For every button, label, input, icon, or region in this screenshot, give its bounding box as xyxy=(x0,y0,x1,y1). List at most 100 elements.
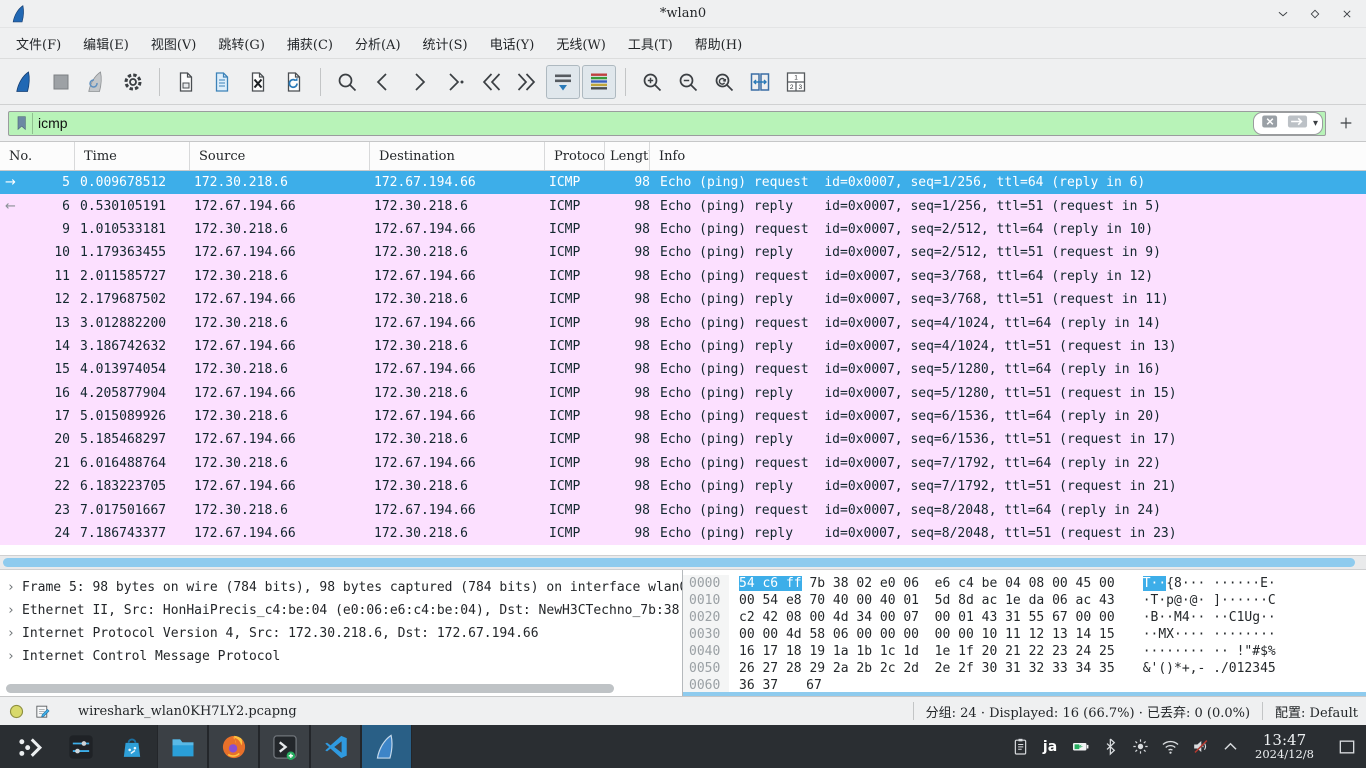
packet-list-hscrollbar[interactable] xyxy=(0,555,1366,570)
colorize-packets-icon[interactable] xyxy=(582,65,616,99)
taskbar-wireshark-icon[interactable] xyxy=(361,725,412,768)
filter-clear-icon[interactable] xyxy=(1258,113,1282,134)
menu-A[interactable]: 分析(A) xyxy=(345,30,411,57)
tray-brightness-icon[interactable] xyxy=(1127,734,1153,760)
hex-row[interactable]: 0020c2 42 08 00 4d 34 00 07 00 01 43 31 … xyxy=(683,609,1366,626)
expert-info-icon[interactable] xyxy=(8,703,25,720)
tray-volume-muted-icon[interactable] xyxy=(1187,734,1213,760)
column-header-source[interactable]: Source xyxy=(190,142,370,170)
scrollbar-thumb[interactable] xyxy=(6,684,614,693)
menu-S[interactable]: 统计(S) xyxy=(413,30,478,57)
expand-chevron-icon[interactable]: › xyxy=(0,626,22,641)
filter-input[interactable] xyxy=(33,115,1253,131)
packet-row[interactable]: 154.013974054172.30.218.6172.67.194.66IC… xyxy=(0,358,1366,381)
open-file-icon[interactable] xyxy=(169,65,203,99)
tray-clipboard-icon[interactable] xyxy=(1007,734,1033,760)
expand-chevron-icon[interactable]: › xyxy=(0,603,22,618)
column-header-time[interactable]: Time xyxy=(75,142,190,170)
packet-row[interactable]: 133.012882200172.30.218.6172.67.194.66IC… xyxy=(0,311,1366,334)
display-filter-field[interactable]: ▾ xyxy=(8,111,1326,136)
profile-selector[interactable]: 配置: Default xyxy=(1275,702,1358,721)
packet-row[interactable]: 205.185468297172.67.194.66172.30.218.6IC… xyxy=(0,428,1366,451)
zoom-out-icon[interactable] xyxy=(671,65,705,99)
detail-tree-row[interactable]: ›Internet Protocol Version 4, Src: 172.3… xyxy=(0,622,682,645)
tray-input-method-icon[interactable]: ja xyxy=(1037,734,1063,760)
go-last-packet-icon[interactable] xyxy=(510,65,544,99)
hex-row[interactable]: 000054 c6 ff 7b 38 02 e0 06 e6 c4 be 04 … xyxy=(683,575,1366,592)
column-header-protocol[interactable]: Protocol xyxy=(545,142,605,170)
clock[interactable]: 13:47 2024/12/8 xyxy=(1255,733,1314,761)
scrollbar-thumb[interactable] xyxy=(3,558,1355,567)
restart-capture-icon[interactable] xyxy=(80,65,114,99)
menu-H[interactable]: 帮助(H) xyxy=(685,30,752,57)
capture-file-name[interactable]: wireshark_wlan0KH7LY2.pcapng xyxy=(78,704,297,719)
close-file-icon[interactable] xyxy=(241,65,275,99)
hex-bytes[interactable]: 36 37 xyxy=(729,678,778,693)
detail-tree-row[interactable]: ›Frame 5: 98 bytes on wire (784 bits), 9… xyxy=(0,576,682,599)
hex-row[interactable]: 001000 54 e8 70 40 00 40 01 5d 8d ac 1e … xyxy=(683,592,1366,609)
menu-G[interactable]: 跳转(G) xyxy=(208,30,275,57)
start-capture-icon[interactable] xyxy=(8,65,42,99)
save-file-icon[interactable] xyxy=(205,65,239,99)
taskbar-vscode-icon[interactable] xyxy=(310,725,361,768)
detail-tree-row[interactable]: ›Internet Control Message Protocol xyxy=(0,645,682,668)
packet-row[interactable]: 164.205877904172.67.194.66172.30.218.6IC… xyxy=(0,382,1366,405)
packet-row[interactable]: 101.179363455172.67.194.66172.30.218.6IC… xyxy=(0,241,1366,264)
packet-row[interactable]: 226.183223705172.67.194.66172.30.218.6IC… xyxy=(0,475,1366,498)
hex-bytes[interactable]: 00 00 4d 58 06 00 00 00 00 00 10 11 12 1… xyxy=(729,627,1115,642)
taskbar-discover-store-icon[interactable] xyxy=(106,725,157,768)
stop-capture-icon[interactable] xyxy=(44,65,78,99)
tray-battery-icon[interactable] xyxy=(1067,734,1093,760)
show-desktop-button[interactable] xyxy=(1332,732,1362,762)
filter-bookmark-icon[interactable] xyxy=(11,113,33,134)
layout-columns-icon[interactable]: 123 xyxy=(779,65,813,99)
maximize-icon[interactable] xyxy=(1306,5,1324,23)
hex-row[interactable]: 004016 17 18 19 1a 1b 1c 1d 1e 1f 20 21 … xyxy=(683,643,1366,660)
hex-bytes[interactable]: 54 c6 ff 7b 38 02 e0 06 e6 c4 be 04 08 0… xyxy=(729,576,1115,591)
hex-bytes[interactable]: 16 17 18 19 1a 1b 1c 1d 1e 1f 20 21 22 2… xyxy=(729,644,1115,659)
taskbar-system-settings-icon[interactable] xyxy=(55,725,106,768)
menu-V[interactable]: 视图(V) xyxy=(141,30,207,57)
detail-tree-row[interactable]: ›Ethernet II, Src: HonHaiPrecis_c4:be:04… xyxy=(0,599,682,622)
taskbar-terminal-icon[interactable] xyxy=(259,725,310,768)
column-header-info[interactable]: Info xyxy=(650,142,1366,170)
packet-row[interactable]: 122.179687502172.67.194.66172.30.218.6IC… xyxy=(0,288,1366,311)
zoom-in-icon[interactable] xyxy=(635,65,669,99)
packet-row[interactable]: 247.186743377172.67.194.66172.30.218.6IC… xyxy=(0,522,1366,545)
packet-row[interactable]: 175.015089926172.30.218.6172.67.194.66IC… xyxy=(0,405,1366,428)
hex-row[interactable]: 005026 27 28 29 2a 2b 2c 2d 2e 2f 30 31 … xyxy=(683,660,1366,677)
hex-bytes[interactable]: 26 27 28 29 2a 2b 2c 2d 2e 2f 30 31 32 3… xyxy=(729,661,1115,676)
bytes-hscrollbar[interactable] xyxy=(683,692,1366,696)
column-header-destination[interactable]: Destination xyxy=(370,142,545,170)
minimize-icon[interactable] xyxy=(1274,5,1292,23)
hex-row[interactable]: 003000 00 4d 58 06 00 00 00 00 00 10 11 … xyxy=(683,626,1366,643)
go-back-icon[interactable] xyxy=(366,65,400,99)
packet-row[interactable]: 216.016488764172.30.218.6172.67.194.66IC… xyxy=(0,452,1366,475)
menu-F[interactable]: 文件(F) xyxy=(6,30,71,57)
menu-T[interactable]: 工具(T) xyxy=(618,30,683,57)
auto-scroll-icon[interactable] xyxy=(546,65,580,99)
menu-C[interactable]: 捕获(C) xyxy=(277,30,343,57)
taskbar-file-manager-icon[interactable] xyxy=(157,725,208,768)
filter-add-icon[interactable] xyxy=(1334,111,1358,135)
packet-row[interactable]: 112.011585727172.30.218.6172.67.194.66IC… xyxy=(0,265,1366,288)
column-header-length[interactable]: Length xyxy=(605,142,650,170)
go-first-packet-icon[interactable] xyxy=(474,65,508,99)
packet-row[interactable]: 237.017501667172.30.218.6172.67.194.66IC… xyxy=(0,498,1366,521)
column-header-no[interactable]: No. xyxy=(0,142,75,170)
detail-hscrollbar[interactable] xyxy=(6,684,666,693)
packet-row[interactable]: 91.010533181172.30.218.6172.67.194.66ICM… xyxy=(0,218,1366,241)
packet-row[interactable]: 6←0.530105191172.67.194.66172.30.218.6IC… xyxy=(0,194,1366,217)
close-icon[interactable] xyxy=(1338,5,1356,23)
taskbar-firefox-browser-icon[interactable] xyxy=(208,725,259,768)
hex-bytes[interactable]: 00 54 e8 70 40 00 40 01 5d 8d ac 1e da 0… xyxy=(729,593,1115,608)
expand-chevron-icon[interactable]: › xyxy=(0,580,22,595)
tray-wifi-icon[interactable] xyxy=(1157,734,1183,760)
menu-Y[interactable]: 电话(Y) xyxy=(480,30,545,57)
packet-row[interactable]: 143.186742632172.67.194.66172.30.218.6IC… xyxy=(0,335,1366,358)
find-packet-icon[interactable] xyxy=(330,65,364,99)
capture-comment-icon[interactable] xyxy=(34,703,51,720)
packet-row[interactable]: 5→0.009678512172.30.218.6172.67.194.66IC… xyxy=(0,171,1366,194)
go-forward-icon[interactable] xyxy=(402,65,436,99)
filter-apply-icon[interactable] xyxy=(1284,113,1311,134)
